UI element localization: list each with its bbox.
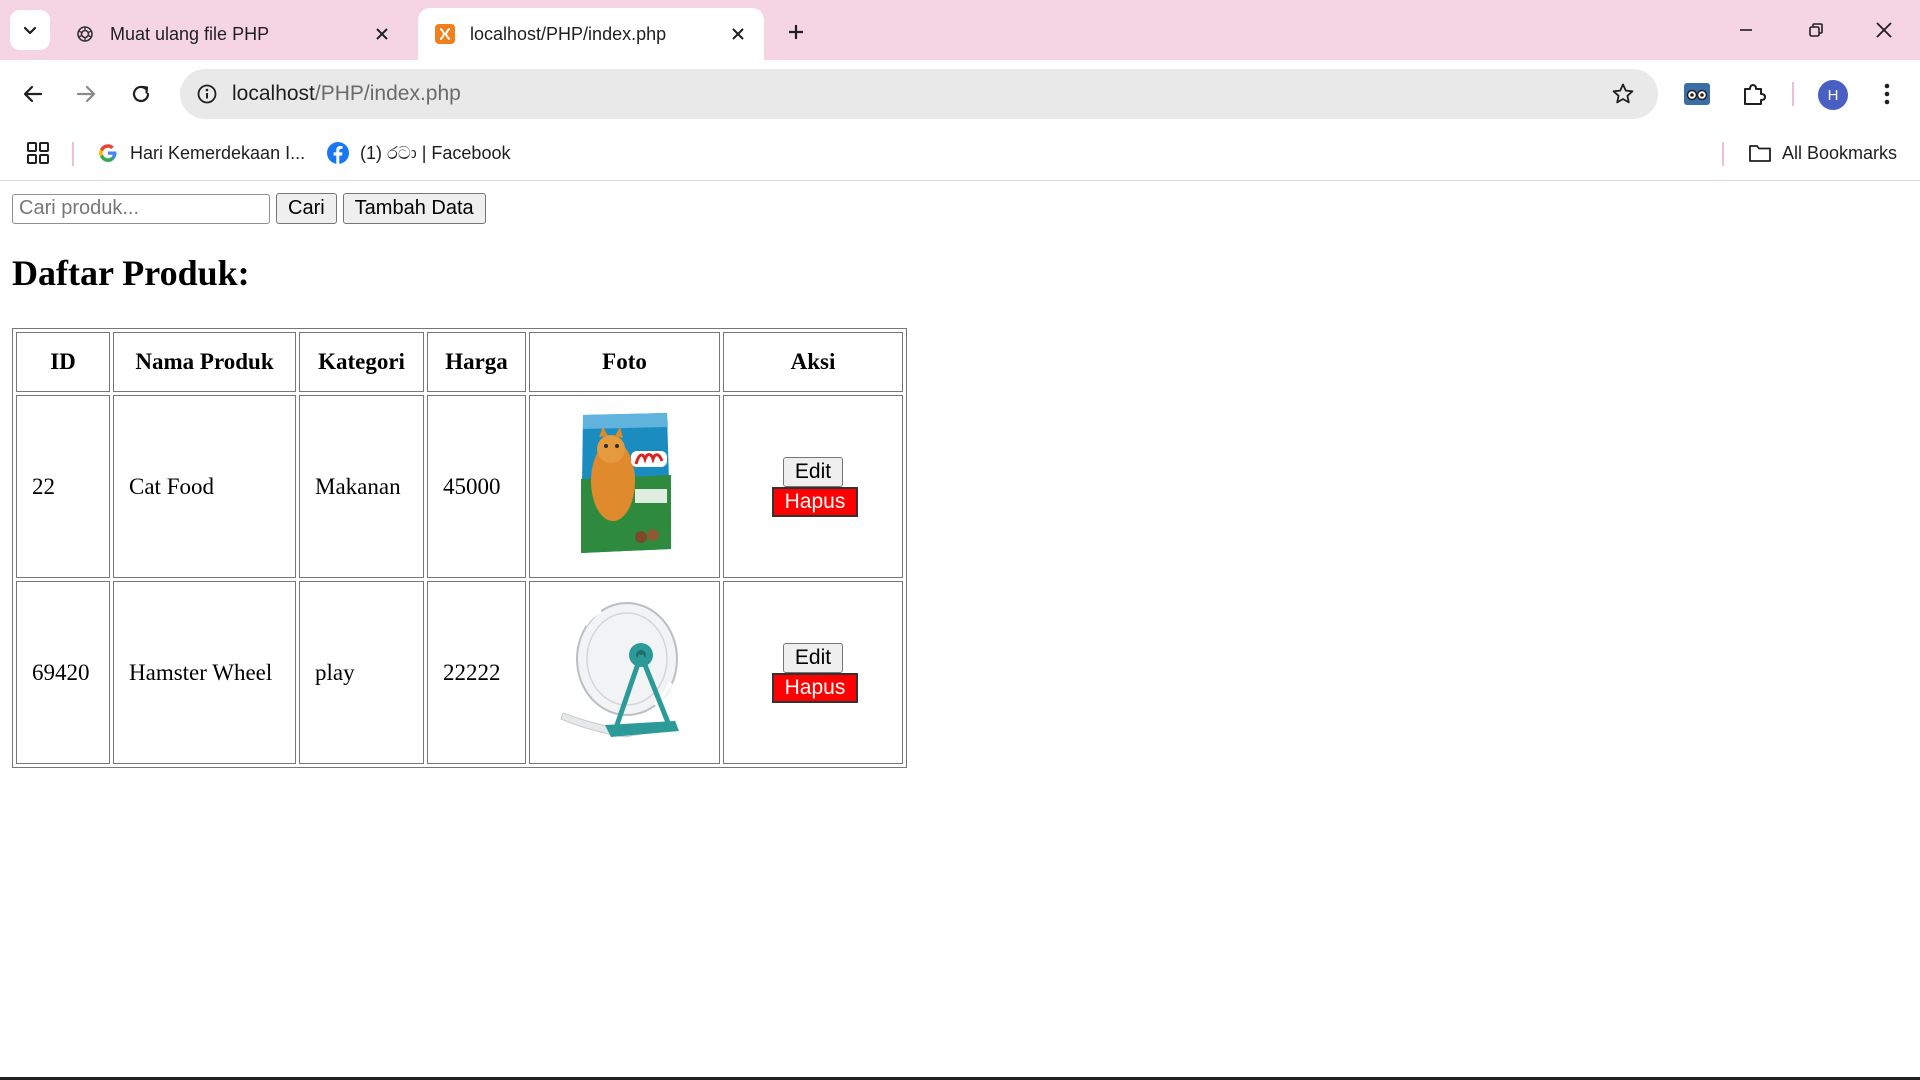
forward-button[interactable] <box>66 74 106 114</box>
hamster-wheel-image <box>559 601 679 738</box>
delete-button[interactable]: Hapus <box>771 672 859 703</box>
more-menu-icon[interactable] <box>1870 77 1904 111</box>
bookmark-star-icon[interactable] <box>1608 79 1638 109</box>
minimize-button[interactable] <box>1728 12 1764 48</box>
cat-food-bag-image <box>580 412 671 553</box>
table-row: 22 Cat Food Makanan 45000 EditHapus <box>16 395 903 578</box>
column-header-name: Nama Produk <box>113 332 296 392</box>
all-bookmarks-button[interactable]: All Bookmarks <box>1748 138 1897 168</box>
cell-actions: EditHapus <box>723 581 903 764</box>
extension-reader-icon[interactable] <box>1680 77 1714 111</box>
close-window-button[interactable] <box>1866 12 1902 48</box>
toolbar-divider <box>1792 82 1794 106</box>
url-host: localhost <box>232 82 315 105</box>
cell-price: 22222 <box>427 581 526 764</box>
reload-button[interactable] <box>121 74 161 114</box>
bookmark-hari-kemerdekaan[interactable]: Hari Kemerdekaan I... <box>96 138 305 168</box>
cell-price: 45000 <box>427 395 526 578</box>
search-form: Cari Tambah Data <box>12 193 486 224</box>
extensions-puzzle-icon[interactable] <box>1737 77 1771 111</box>
bookmark-label: Hari Kemerdekaan I... <box>130 142 306 163</box>
tab-title: Muat ulang file PHP <box>110 23 270 44</box>
back-button[interactable] <box>13 74 53 114</box>
search-button[interactable]: Cari <box>276 193 337 224</box>
restore-icon <box>1809 23 1823 37</box>
column-header-category: Kategori <box>299 332 424 392</box>
close-icon <box>1876 22 1892 38</box>
arrow-right-icon <box>76 85 96 103</box>
cell-category: play <box>299 581 424 764</box>
address-bar[interactable]: localhost/PHP/index.php <box>180 69 1658 119</box>
bookmark-divider <box>72 142 74 166</box>
reload-icon <box>132 85 150 103</box>
bookmark-facebook[interactable]: (1) රටා | Facebook <box>326 138 510 168</box>
column-header-photo: Foto <box>529 332 720 392</box>
cell-id: 69420 <box>16 581 110 764</box>
close-tab-icon[interactable] <box>726 22 750 46</box>
google-icon <box>96 141 120 165</box>
product-table: ID Nama Produk Kategori Harga Foto Aksi … <box>12 328 907 768</box>
chatgpt-icon <box>74 23 96 45</box>
tab-strip: Muat ulang file PHP localhost/PHP/index.… <box>0 0 1920 60</box>
tab-search-button[interactable] <box>10 10 50 50</box>
restore-button[interactable] <box>1798 12 1834 48</box>
folder-icon <box>1748 141 1772 165</box>
column-header-price: Harga <box>427 332 526 392</box>
browser-toolbar: localhost/PHP/index.php H <box>0 60 1920 128</box>
xampp-icon <box>434 23 456 45</box>
bookmark-divider <box>1722 142 1724 166</box>
minimize-icon <box>1740 29 1752 31</box>
table-row: 69420 Hamster Wheel play 22222 EditHapus <box>16 581 903 764</box>
tab-muat-ulang[interactable]: Muat ulang file PHP <box>58 8 408 60</box>
close-tab-icon[interactable] <box>370 22 394 46</box>
cell-photo <box>529 581 720 764</box>
bookmarks-bar: Hari Kemerdekaan I... (1) රටා | Facebook… <box>0 128 1920 181</box>
page-title: Daftar Produk: <box>12 253 250 293</box>
apps-button[interactable] <box>26 138 50 168</box>
new-tab-button[interactable] <box>780 16 812 48</box>
all-bookmarks-label: All Bookmarks <box>1782 142 1898 163</box>
cell-photo <box>529 395 720 578</box>
chevron-down-icon <box>23 26 37 35</box>
profile-avatar[interactable]: H <box>1818 80 1848 110</box>
add-data-button[interactable]: Tambah Data <box>342 193 486 224</box>
cell-name: Cat Food <box>113 395 296 578</box>
tab-localhost[interactable]: localhost/PHP/index.php <box>418 8 764 60</box>
url-path: /PHP/index.php <box>314 82 461 105</box>
plus-icon <box>789 25 803 39</box>
table-header-row: ID Nama Produk Kategori Harga Foto Aksi <box>16 332 903 392</box>
edit-button[interactable]: Edit <box>782 642 844 673</box>
apps-grid-icon <box>27 142 49 164</box>
cell-category: Makanan <box>299 395 424 578</box>
cell-actions: EditHapus <box>723 395 903 578</box>
site-info-icon[interactable] <box>192 79 222 109</box>
url-text: localhost/PHP/index.php <box>232 82 1608 106</box>
arrow-left-icon <box>23 85 43 103</box>
facebook-icon <box>326 141 350 165</box>
cell-name: Hamster Wheel <box>113 581 296 764</box>
cell-id: 22 <box>16 395 110 578</box>
delete-button[interactable]: Hapus <box>771 486 859 517</box>
page-content: Cari Tambah Data Daftar Produk: ID Nama … <box>0 181 1920 1077</box>
search-input[interactable] <box>12 193 270 224</box>
bookmark-label: (1) රටා | Facebook <box>360 142 511 163</box>
column-header-action: Aksi <box>723 332 903 392</box>
tab-title: localhost/PHP/index.php <box>470 23 667 44</box>
column-header-id: ID <box>16 332 110 392</box>
edit-button[interactable]: Edit <box>782 456 844 487</box>
